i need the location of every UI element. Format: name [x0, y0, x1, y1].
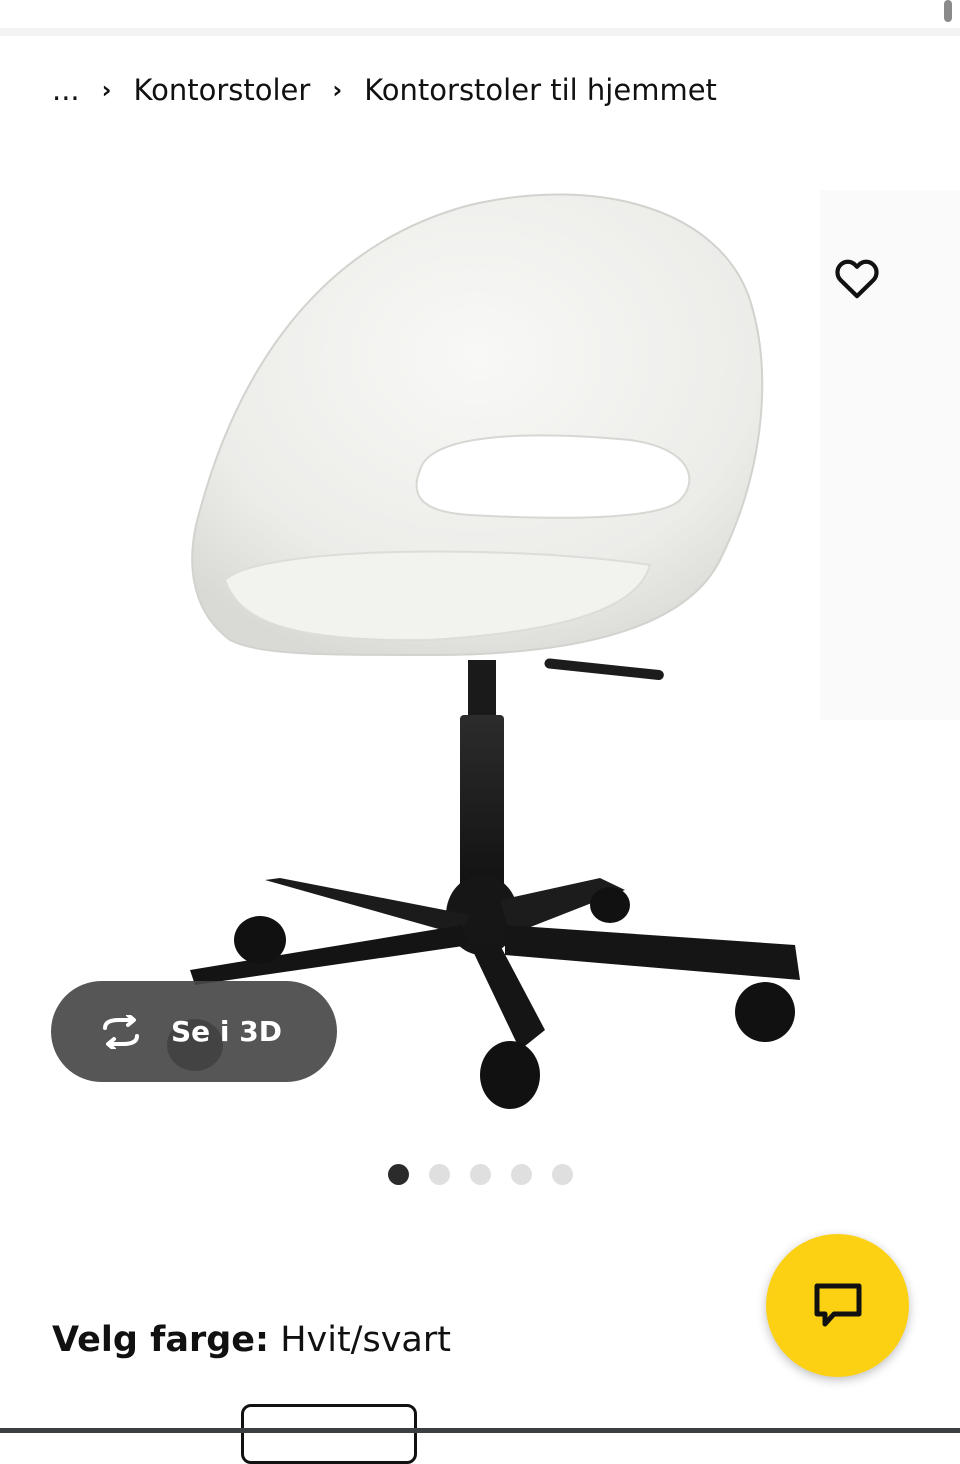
color-value: Hvit/svart — [280, 1320, 451, 1360]
rotate-3d-icon — [95, 1014, 147, 1049]
chat-button[interactable] — [766, 1234, 909, 1377]
gallery-dot-3[interactable] — [470, 1164, 491, 1185]
color-selector: Velg farge: Hvit/svart — [52, 1320, 451, 1360]
breadcrumb-item-kontorstoler-til-hjemmet[interactable]: Kontorstoler til hjemmet — [364, 73, 717, 107]
breadcrumb: ... › Kontorstoler › Kontorstoler til hj… — [52, 68, 717, 112]
gallery-dot-1[interactable] — [388, 1164, 409, 1185]
see-in-3d-label: Se i 3D — [171, 1015, 282, 1048]
breadcrumb-separator: › — [332, 76, 343, 104]
see-in-3d-button[interactable]: Se i 3D — [51, 981, 337, 1082]
color-swatch-selected[interactable] — [241, 1404, 417, 1464]
top-bar — [0, 0, 960, 36]
scroll-indicator[interactable] — [944, 0, 952, 22]
bottom-bar — [0, 1428, 960, 1433]
gallery-dot-4[interactable] — [511, 1164, 532, 1185]
gallery-dot-2[interactable] — [429, 1164, 450, 1185]
heart-outline-icon — [835, 259, 879, 299]
chat-bubble-icon — [814, 1283, 861, 1326]
color-label: Velg farge: — [52, 1320, 270, 1360]
gallery-pagination — [388, 1164, 573, 1185]
breadcrumb-separator: › — [101, 76, 112, 104]
favorite-button[interactable] — [822, 243, 892, 313]
breadcrumb-ellipsis[interactable]: ... — [52, 73, 80, 107]
breadcrumb-item-kontorstoler[interactable]: Kontorstoler — [134, 73, 311, 107]
gallery-dot-5[interactable] — [552, 1164, 573, 1185]
